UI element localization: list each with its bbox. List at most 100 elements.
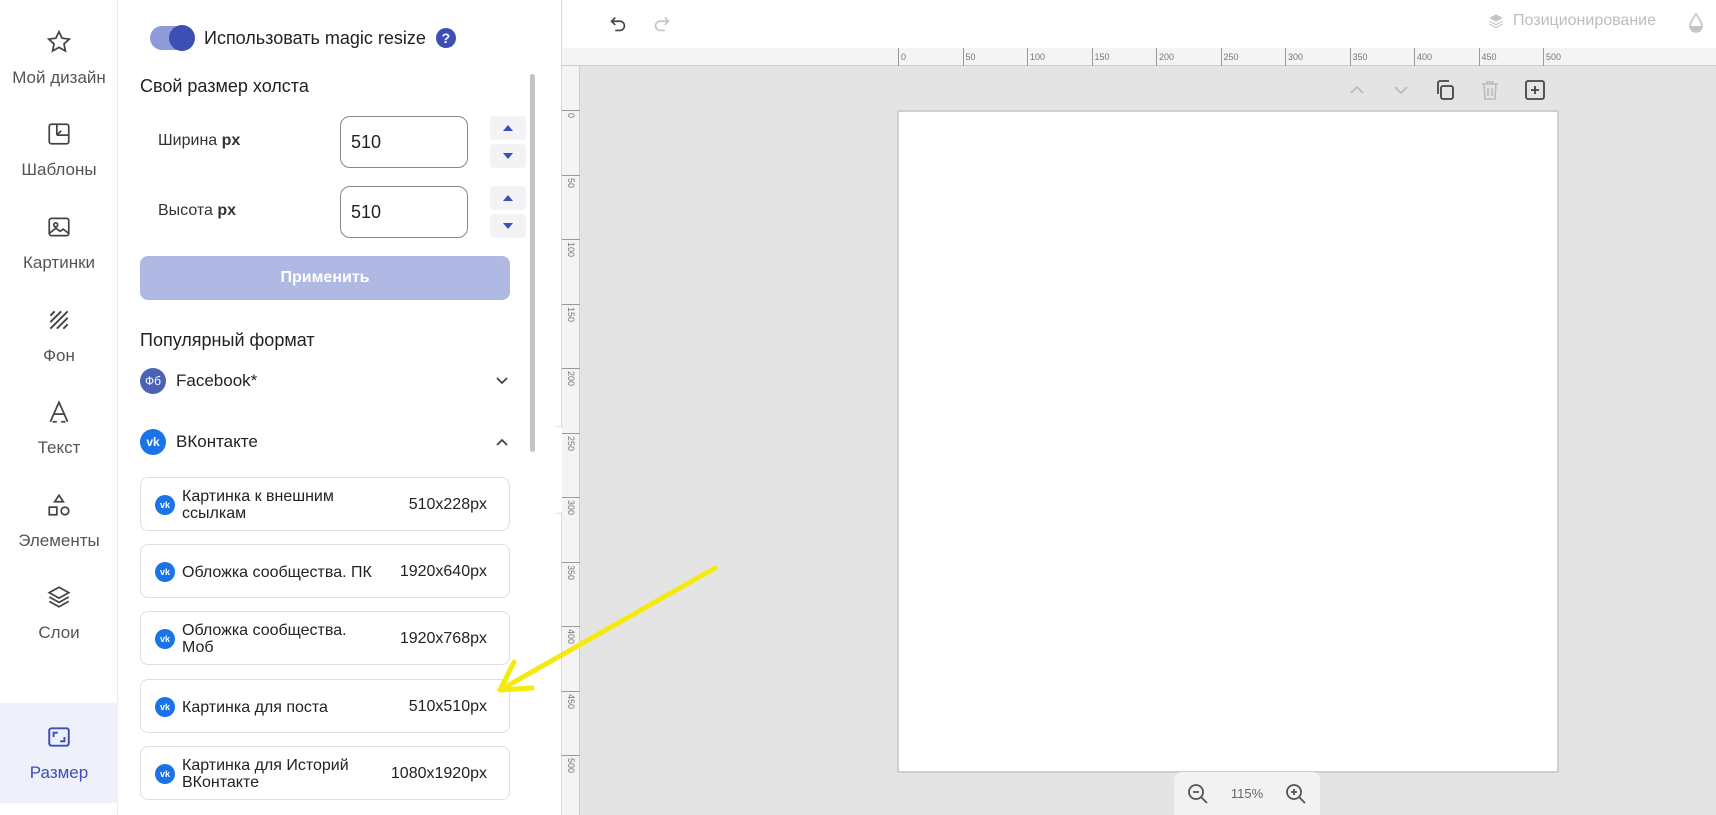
positioning-button[interactable]: Позиционирование bbox=[1487, 12, 1656, 30]
ruler-tick-label: 500 bbox=[1543, 48, 1561, 66]
ruler-tick-label: 250 bbox=[1220, 48, 1239, 66]
resize-icon bbox=[45, 723, 73, 751]
star-icon bbox=[45, 28, 73, 56]
format-size: 510x510px bbox=[408, 698, 487, 715]
ruler-tick-label: 500 bbox=[562, 755, 580, 773]
ruler-tick-label: 0 bbox=[898, 48, 906, 66]
triangle-up-icon bbox=[503, 125, 513, 131]
ruler-tick-label: 250 bbox=[562, 432, 580, 451]
ruler-tick-label: 450 bbox=[1478, 48, 1497, 66]
undo-button[interactable] bbox=[604, 10, 632, 38]
ruler-tick-label: 200 bbox=[1156, 48, 1174, 66]
chevron-down-icon bbox=[496, 377, 508, 385]
duplicate-button[interactable] bbox=[1430, 76, 1460, 104]
rail-item-elements[interactable]: Элементы bbox=[0, 471, 118, 571]
custom-size-title: Свой размер холста bbox=[140, 76, 309, 96]
width-label: Ширина px bbox=[158, 132, 241, 149]
panel-scrollbar[interactable] bbox=[530, 74, 535, 452]
rail-item-templates[interactable]: Шаблоны bbox=[0, 100, 118, 200]
rail-item-label: Шаблоны bbox=[21, 160, 97, 179]
undo-icon bbox=[610, 16, 626, 32]
help-icon[interactable]: ? bbox=[435, 28, 456, 48]
triangle-up-icon bbox=[503, 195, 513, 201]
width-decrement-button[interactable] bbox=[490, 144, 526, 168]
workspace: Позиционирование 0 50 100 150 200 250 300 350 40… bbox=[562, 0, 1716, 815]
add-square-icon bbox=[1525, 80, 1545, 100]
editor-app: Мой дизайн Шаблоны Картинки Фон Текст Эл… bbox=[0, 0, 1716, 815]
format-name: Картинка к внешним ссылкам bbox=[182, 488, 334, 522]
redo-icon bbox=[654, 16, 670, 32]
opacity-drop-icon[interactable] bbox=[1686, 12, 1706, 34]
ruler-tick-label: 300 bbox=[562, 497, 580, 515]
format-size: 1920x768px bbox=[399, 630, 487, 647]
format-size: 510x228px bbox=[408, 496, 487, 513]
move-down-button[interactable] bbox=[1386, 76, 1416, 104]
ruler-tick-label: 0 bbox=[562, 110, 580, 118]
magic-resize-label: Использовать magic resize bbox=[204, 27, 426, 48]
layers-icon bbox=[45, 583, 73, 611]
height-decrement-button[interactable] bbox=[490, 214, 526, 238]
text-icon bbox=[45, 398, 73, 426]
zoom-in-icon[interactable] bbox=[1284, 782, 1308, 806]
format-card[interactable]: vk Картинка для Историй ВКонтакте 1080x1… bbox=[140, 746, 510, 800]
format-card[interactable]: vk Обложка сообщества. ПК 1920x640px bbox=[140, 544, 510, 598]
rail-item-label: Мой дизайн bbox=[12, 68, 106, 87]
rail-item-size[interactable]: Размер bbox=[0, 703, 118, 803]
format-card[interactable]: vk Обложка сообщества. Моб 1920x768px bbox=[140, 611, 510, 665]
ruler-tick-label: 350 bbox=[1349, 48, 1368, 66]
rail-item-text[interactable]: Текст bbox=[0, 378, 118, 478]
image-icon bbox=[45, 213, 73, 241]
rail-item-images[interactable]: Картинки bbox=[0, 193, 118, 293]
chevron-up-icon bbox=[496, 438, 508, 446]
rail-item-layers[interactable]: Слои bbox=[0, 563, 118, 663]
format-name: Обложка сообщества. ПК bbox=[182, 563, 372, 581]
left-nav-rail: Мой дизайн Шаблоны Картинки Фон Текст Эл… bbox=[0, 0, 118, 815]
layers-icon bbox=[1489, 14, 1504, 29]
height-row: Высота px bbox=[140, 186, 550, 238]
ruler-tick-label: 150 bbox=[1091, 48, 1110, 66]
triangle-down-icon bbox=[503, 153, 513, 159]
popular-format-title: Популярный формат bbox=[140, 330, 315, 350]
apply-button[interactable]: Применить bbox=[140, 256, 510, 300]
rail-item-label: Фон bbox=[43, 346, 75, 365]
vk-logo-icon: vk bbox=[155, 562, 175, 582]
format-name: Картинка для Историй ВКонтакте bbox=[182, 757, 349, 791]
design-canvas[interactable] bbox=[897, 110, 1559, 773]
rail-item-label: Элементы bbox=[18, 531, 100, 550]
format-size: 1920x640px bbox=[399, 563, 487, 580]
vk-logo-icon: vk bbox=[155, 764, 175, 784]
trash-icon bbox=[1482, 81, 1498, 100]
redo-button[interactable] bbox=[648, 10, 676, 38]
vk-logo-icon: vk bbox=[140, 429, 166, 455]
height-input[interactable] bbox=[340, 186, 468, 238]
vk-logo-icon: vk bbox=[155, 629, 175, 649]
width-increment-button[interactable] bbox=[490, 116, 526, 140]
group-vk[interactable]: vk ВКонтакте bbox=[140, 427, 510, 457]
add-page-button[interactable] bbox=[1520, 76, 1550, 104]
move-up-button[interactable] bbox=[1342, 76, 1372, 104]
template-icon bbox=[45, 120, 73, 148]
rail-item-my-design[interactable]: Мой дизайн bbox=[0, 8, 118, 108]
ruler-tick-label: 100 bbox=[562, 239, 580, 257]
magic-resize-toggle[interactable] bbox=[150, 25, 195, 51]
format-card[interactable]: vk Картинка для поста 510x510px bbox=[140, 679, 510, 733]
annotation-arrow bbox=[497, 565, 718, 693]
group-facebook[interactable]: Фб Facebook* bbox=[140, 366, 510, 396]
height-increment-button[interactable] bbox=[490, 186, 526, 210]
zoom-out-icon[interactable] bbox=[1186, 782, 1210, 806]
ruler-tick-label: 300 bbox=[1285, 48, 1303, 66]
width-row: Ширина px bbox=[140, 116, 550, 168]
rail-item-background[interactable]: Фон bbox=[0, 286, 118, 386]
delete-button[interactable] bbox=[1475, 76, 1505, 104]
format-card[interactable]: vk Картинка к внешним ссылкам 510x228px bbox=[140, 477, 510, 531]
height-label: Высота px bbox=[158, 202, 237, 219]
shapes-icon bbox=[45, 491, 73, 519]
copy-icon bbox=[1437, 80, 1454, 100]
width-input[interactable] bbox=[340, 116, 468, 168]
ruler-tick-label: 100 bbox=[1027, 48, 1045, 66]
magic-resize-row: Использовать magic resize ? bbox=[150, 25, 456, 51]
vk-logo-icon: vk bbox=[155, 495, 175, 515]
zoom-level: 115% bbox=[1230, 786, 1264, 801]
facebook-badge-icon: Фб bbox=[140, 368, 166, 394]
format-name: Обложка сообщества. Моб bbox=[182, 622, 347, 656]
